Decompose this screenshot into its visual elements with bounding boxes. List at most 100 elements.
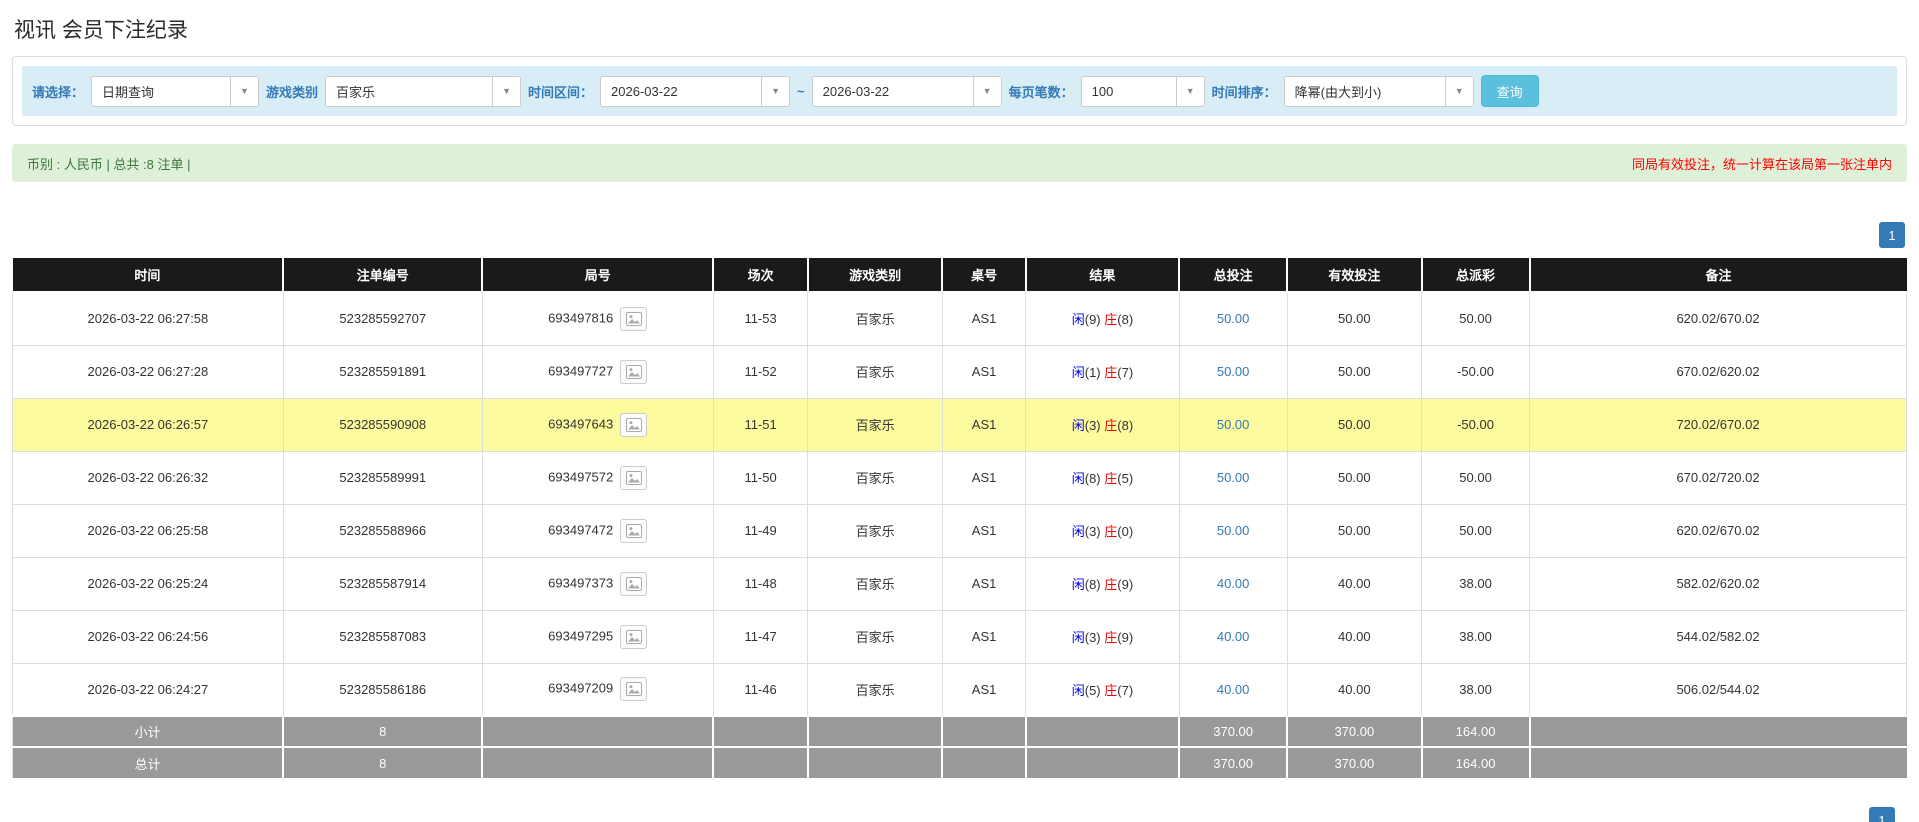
round-number: 693497572 bbox=[548, 469, 613, 484]
pagination-bottom: 1 bbox=[1869, 807, 1895, 822]
round-image-button[interactable] bbox=[620, 519, 647, 543]
cell-game-type: 百家乐 bbox=[808, 557, 942, 610]
cell-game-type: 百家乐 bbox=[808, 663, 942, 716]
total-bet-link[interactable]: 40.00 bbox=[1217, 576, 1250, 591]
cell-result: 闲(1) 庄(7) bbox=[1026, 345, 1179, 398]
query-type-select[interactable]: 日期查询 ▼ bbox=[91, 76, 259, 107]
round-number: 693497373 bbox=[548, 575, 613, 590]
player-result: 闲 bbox=[1072, 683, 1085, 698]
cell-bet-number: 523285592707 bbox=[283, 292, 482, 345]
cell-payout: -50.00 bbox=[1422, 345, 1530, 398]
cell-valid-bet: 50.00 bbox=[1287, 504, 1421, 557]
summary-empty bbox=[713, 716, 808, 747]
search-button[interactable]: 查询 bbox=[1481, 75, 1539, 107]
page-number-button[interactable]: 1 bbox=[1869, 807, 1895, 822]
cell-payout: 38.00 bbox=[1422, 663, 1530, 716]
page-size-select[interactable]: 100 ▼ bbox=[1081, 76, 1205, 107]
round-image-button[interactable] bbox=[620, 360, 647, 384]
column-header: 总投注 bbox=[1179, 258, 1287, 292]
round-image-button[interactable] bbox=[620, 572, 647, 596]
total-bet-link[interactable]: 50.00 bbox=[1217, 364, 1250, 379]
summary-valid-bet: 370.00 bbox=[1287, 747, 1421, 778]
cell-session: 11-52 bbox=[713, 345, 808, 398]
cell-total-bet: 40.00 bbox=[1179, 557, 1287, 610]
cell-session: 11-47 bbox=[713, 610, 808, 663]
total-bet-link[interactable]: 50.00 bbox=[1217, 523, 1250, 538]
cell-bet-number: 523285588966 bbox=[283, 504, 482, 557]
banker-result: 庄 bbox=[1104, 630, 1117, 645]
date-from-select[interactable]: 2026-03-22 ▼ bbox=[600, 76, 790, 107]
table-summary-row: 小计8370.00370.00164.00 bbox=[13, 716, 1907, 747]
pagination-top: 1 bbox=[12, 222, 1905, 248]
summary-valid-bet: 370.00 bbox=[1287, 716, 1421, 747]
cell-result: 闲(3) 庄(0) bbox=[1026, 504, 1179, 557]
date-from-value: 2026-03-22 bbox=[601, 77, 761, 106]
round-image-button[interactable] bbox=[620, 466, 647, 490]
summary-count: 8 bbox=[283, 716, 482, 747]
summary-empty bbox=[942, 747, 1025, 778]
round-number: 693497643 bbox=[548, 416, 613, 431]
total-bet-link[interactable]: 50.00 bbox=[1217, 417, 1250, 432]
banker-result: 庄 bbox=[1104, 471, 1117, 486]
banker-result: 庄 bbox=[1104, 683, 1117, 698]
column-header: 桌号 bbox=[942, 258, 1025, 292]
cell-game-type: 百家乐 bbox=[808, 292, 942, 345]
total-bet-link[interactable]: 40.00 bbox=[1217, 629, 1250, 644]
cell-game-type: 百家乐 bbox=[808, 451, 942, 504]
cell-game-type: 百家乐 bbox=[808, 398, 942, 451]
summary-empty bbox=[482, 747, 713, 778]
cell-round-number: 693497727 bbox=[482, 345, 713, 398]
column-header: 有效投注 bbox=[1287, 258, 1421, 292]
page-size-label: 每页笔数： bbox=[1009, 82, 1074, 101]
game-type-select[interactable]: 百家乐 ▼ bbox=[325, 76, 521, 107]
table-header-row: 时间注单编号局号场次游戏类别桌号结果总投注有效投注总派彩备注 bbox=[13, 258, 1907, 292]
cell-session: 11-46 bbox=[713, 663, 808, 716]
summary-total-bet: 370.00 bbox=[1179, 747, 1287, 778]
column-header: 局号 bbox=[482, 258, 713, 292]
cell-total-bet: 40.00 bbox=[1179, 610, 1287, 663]
total-bet-link[interactable]: 50.00 bbox=[1217, 311, 1250, 326]
cell-time: 2026-03-22 06:27:58 bbox=[13, 292, 284, 345]
player-result: 闲 bbox=[1072, 524, 1085, 539]
date-to-select[interactable]: 2026-03-22 ▼ bbox=[812, 76, 1002, 107]
cell-total-bet: 50.00 bbox=[1179, 504, 1287, 557]
player-result: 闲 bbox=[1072, 471, 1085, 486]
sort-select[interactable]: 降幂(由大到小) ▼ bbox=[1284, 76, 1474, 107]
cell-table-number: AS1 bbox=[942, 610, 1025, 663]
cell-session: 11-49 bbox=[713, 504, 808, 557]
cell-session: 11-53 bbox=[713, 292, 808, 345]
total-bet-link[interactable]: 40.00 bbox=[1217, 682, 1250, 697]
cell-time: 2026-03-22 06:25:24 bbox=[13, 557, 284, 610]
summary-payout: 164.00 bbox=[1422, 747, 1530, 778]
total-bet-link[interactable]: 50.00 bbox=[1217, 470, 1250, 485]
summary-empty bbox=[713, 747, 808, 778]
table-row: 2026-03-22 06:27:58523285592707693497816… bbox=[13, 292, 1907, 345]
picture-icon bbox=[626, 365, 642, 379]
cell-table-number: AS1 bbox=[942, 345, 1025, 398]
cell-result: 闲(5) 庄(7) bbox=[1026, 663, 1179, 716]
page: 视讯 会员下注纪录 请选择： 日期查询 ▼ 游戏类别 百家乐 ▼ 时间区间： 2… bbox=[0, 0, 1919, 822]
cell-remark: 670.02/620.02 bbox=[1530, 345, 1907, 398]
cell-time: 2026-03-22 06:26:57 bbox=[13, 398, 284, 451]
round-image-button[interactable] bbox=[620, 413, 647, 437]
cell-bet-number: 523285587914 bbox=[283, 557, 482, 610]
round-image-button[interactable] bbox=[620, 625, 647, 649]
summary-empty bbox=[1026, 747, 1179, 778]
page-number-button[interactable]: 1 bbox=[1879, 222, 1905, 248]
chevron-down-icon: ▼ bbox=[1445, 77, 1473, 106]
banker-result: 庄 bbox=[1104, 524, 1117, 539]
cell-total-bet: 50.00 bbox=[1179, 292, 1287, 345]
summary-bar: 币别 : 人民币 | 总共 :8 注单 | 同局有效投注，统一计算在该局第一张注… bbox=[12, 144, 1907, 182]
column-header: 结果 bbox=[1026, 258, 1179, 292]
time-range-label: 时间区间： bbox=[528, 82, 593, 101]
cell-result: 闲(8) 庄(9) bbox=[1026, 557, 1179, 610]
page-title: 视讯 会员下注纪录 bbox=[12, 0, 1907, 56]
summary-count: 8 bbox=[283, 747, 482, 778]
round-image-button[interactable] bbox=[620, 307, 647, 331]
column-header: 备注 bbox=[1530, 258, 1907, 292]
round-image-button[interactable] bbox=[620, 677, 647, 701]
cell-session: 11-50 bbox=[713, 451, 808, 504]
column-header: 时间 bbox=[13, 258, 284, 292]
cell-remark: 544.02/582.02 bbox=[1530, 610, 1907, 663]
table-row: 2026-03-22 06:26:57523285590908693497643… bbox=[13, 398, 1907, 451]
